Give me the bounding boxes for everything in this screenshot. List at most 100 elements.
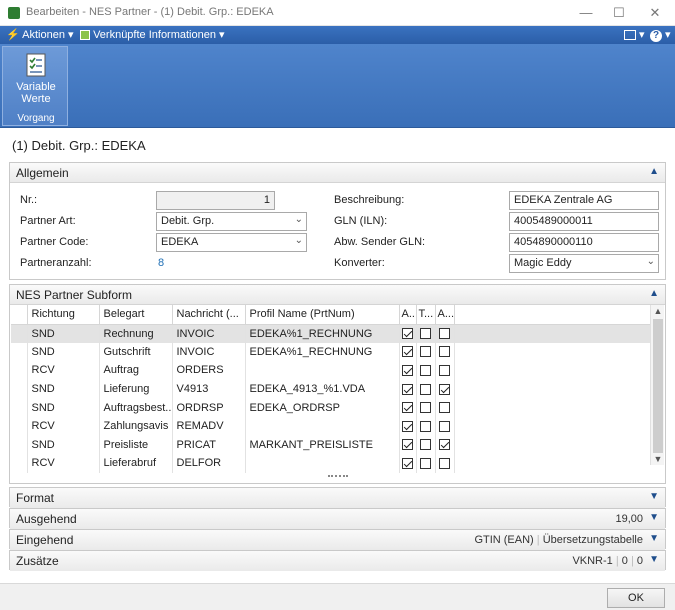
row-marker[interactable] [11, 361, 28, 380]
cell-nachricht[interactable]: PRICAT [172, 435, 246, 455]
actions-menu[interactable]: ⚡ Aktionen ▾ [6, 28, 74, 41]
col-a[interactable]: A... [399, 305, 417, 325]
chevron-down-icon[interactable]: ▼ [649, 512, 659, 523]
cell-profil[interactable]: EDEKA_ORDRSP [245, 398, 400, 417]
cell-nachricht[interactable]: V4913 [172, 379, 246, 399]
cell-profil[interactable]: MARKANT_PREISLISTE [245, 435, 400, 455]
maximize-button[interactable]: ☐ [603, 0, 635, 26]
cell-belegart[interactable]: Preisliste [99, 435, 173, 455]
nr-field[interactable]: 1 [156, 191, 275, 210]
row-marker[interactable] [11, 416, 28, 436]
table-row[interactable]: SND Lieferung V4913 EDEKA_4913_%1.VDA [11, 379, 652, 399]
checkbox-a2[interactable] [439, 365, 450, 377]
checkbox-a2[interactable] [439, 420, 450, 432]
table-row[interactable]: RCV Auftrag ORDERS [11, 361, 652, 380]
col-profil[interactable]: Profil Name (PrtNum) [245, 305, 400, 325]
cell-richtung[interactable]: RCV [27, 454, 100, 473]
fasttab-zusaetze[interactable]: Zusätze VKNR-1 | 0 | 0 ▼ [9, 550, 666, 571]
cell-richtung[interactable]: RCV [27, 416, 100, 436]
row-marker[interactable] [11, 398, 28, 417]
partner-art-select[interactable]: Debit. Grp. ⌄ [156, 212, 307, 231]
checkbox-a2[interactable] [439, 328, 450, 340]
close-button[interactable]: ✕ [639, 0, 671, 26]
cell-belegart[interactable]: Rechnung [99, 324, 173, 343]
resize-grip[interactable] [328, 475, 348, 481]
checkbox-a2[interactable] [439, 439, 450, 451]
fasttab-eingehend[interactable]: Eingehend GTIN (EAN) | Übersetzungstabel… [9, 529, 666, 550]
checkbox-t[interactable] [420, 328, 431, 340]
cell-nachricht[interactable]: ORDRSP [172, 398, 246, 417]
col-a2[interactable]: A... [435, 305, 455, 325]
related-info-menu[interactable]: Verknüpfte Informationen ▾ [80, 28, 225, 41]
checkbox-t[interactable] [420, 365, 431, 377]
cell-richtung[interactable]: SND [27, 324, 100, 343]
konverter-select[interactable]: Magic Eddy ⌄ [509, 254, 659, 273]
checkbox-t[interactable] [420, 439, 431, 451]
cell-richtung[interactable]: SND [27, 342, 100, 362]
checkbox-a[interactable] [402, 383, 413, 395]
cell-profil[interactable]: EDEKA%1_RECHNUNG [245, 324, 400, 343]
cell-nachricht[interactable]: ORDERS [172, 361, 246, 380]
table-row[interactable]: RCV Zahlungsavis REMADV [11, 416, 652, 436]
chevron-down-icon[interactable]: ▼ [649, 533, 659, 544]
cell-belegart[interactable]: Auftrag [99, 361, 173, 380]
variable-values-button[interactable]: Variable Werte [3, 47, 69, 109]
checkbox-t[interactable] [420, 402, 431, 414]
checkbox-a2[interactable] [439, 383, 450, 395]
cell-nachricht[interactable]: REMADV [172, 416, 246, 436]
scrollbar-thumb[interactable] [653, 319, 663, 453]
checkbox-a2[interactable] [439, 346, 450, 358]
fasttab-format[interactable]: Format ▼ [9, 487, 666, 508]
col-t[interactable]: T... [416, 305, 436, 325]
checkbox-a[interactable] [402, 439, 413, 451]
cell-belegart[interactable]: Zahlungsavis [99, 416, 173, 436]
row-marker[interactable] [11, 435, 28, 455]
cell-richtung[interactable]: SND [27, 435, 100, 455]
fasttab-ausgehend-header[interactable]: Ausgehend 19,00 ▼ [10, 509, 665, 529]
cell-richtung[interactable]: RCV [27, 361, 100, 380]
table-row[interactable]: SND Preisliste PRICAT MARKANT_PREISLISTE [11, 435, 652, 455]
col-nachricht[interactable]: Nachricht (... [172, 305, 246, 325]
chevron-up-icon[interactable]: ▲ [649, 166, 659, 177]
abw-gln-field[interactable]: 4054890000110 [509, 233, 659, 252]
checkbox-a[interactable] [402, 458, 413, 470]
cell-profil[interactable] [245, 454, 400, 473]
row-marker[interactable] [11, 379, 28, 399]
cell-profil[interactable]: EDEKA_4913_%1.VDA [245, 379, 400, 399]
col-belegart[interactable]: Belegart [99, 305, 173, 325]
fasttab-eingehend-header[interactable]: Eingehend GTIN (EAN) | Übersetzungstabel… [10, 530, 665, 550]
cell-richtung[interactable]: SND [27, 379, 100, 399]
fasttab-format-header[interactable]: Format ▼ [10, 488, 665, 508]
cell-profil[interactable] [245, 416, 400, 436]
scroll-down-icon[interactable]: ▼ [651, 454, 665, 464]
minimize-button[interactable]: — [570, 0, 602, 26]
row-marker[interactable] [11, 454, 28, 473]
table-row[interactable]: SND Gutschrift INVOIC EDEKA%1_RECHNUNG [11, 342, 652, 362]
checkbox-a2[interactable] [439, 402, 450, 414]
cell-belegart[interactable]: Gutschrift [99, 342, 173, 362]
checkbox-a[interactable] [402, 328, 413, 340]
cell-belegart[interactable]: Lieferung [99, 379, 173, 399]
checkbox-a[interactable] [402, 346, 413, 358]
cell-nachricht[interactable]: DELFOR [172, 454, 246, 473]
col-richtung[interactable]: Richtung [27, 305, 100, 325]
checkbox-a[interactable] [402, 402, 413, 414]
chevron-up-icon[interactable]: ▲ [649, 288, 659, 299]
partner-code-select[interactable]: EDEKA ⌄ [156, 233, 307, 252]
row-marker[interactable] [11, 342, 28, 362]
checkbox-a2[interactable] [439, 458, 450, 470]
table-row[interactable]: SND Auftragsbest... ORDRSP EDEKA_ORDRSP [11, 398, 652, 417]
fasttab-ausgehend[interactable]: Ausgehend 19,00 ▼ [9, 508, 666, 529]
cell-richtung[interactable]: SND [27, 398, 100, 417]
chevron-down-icon[interactable]: ▼ [649, 554, 659, 565]
checkbox-t[interactable] [420, 346, 431, 358]
cell-belegart[interactable]: Lieferabruf [99, 454, 173, 473]
help-button[interactable]: ? ▾ [650, 28, 671, 42]
cell-profil[interactable]: EDEKA%1_RECHNUNG [245, 342, 400, 362]
checkbox-a[interactable] [402, 365, 413, 377]
beschreibung-field[interactable]: EDEKA Zentrale AG [509, 191, 659, 210]
fasttab-general-header[interactable]: Allgemein ▲ [10, 163, 665, 183]
chevron-down-icon[interactable]: ▼ [649, 491, 659, 502]
cell-nachricht[interactable]: INVOIC [172, 324, 246, 343]
checkbox-t[interactable] [420, 458, 431, 470]
